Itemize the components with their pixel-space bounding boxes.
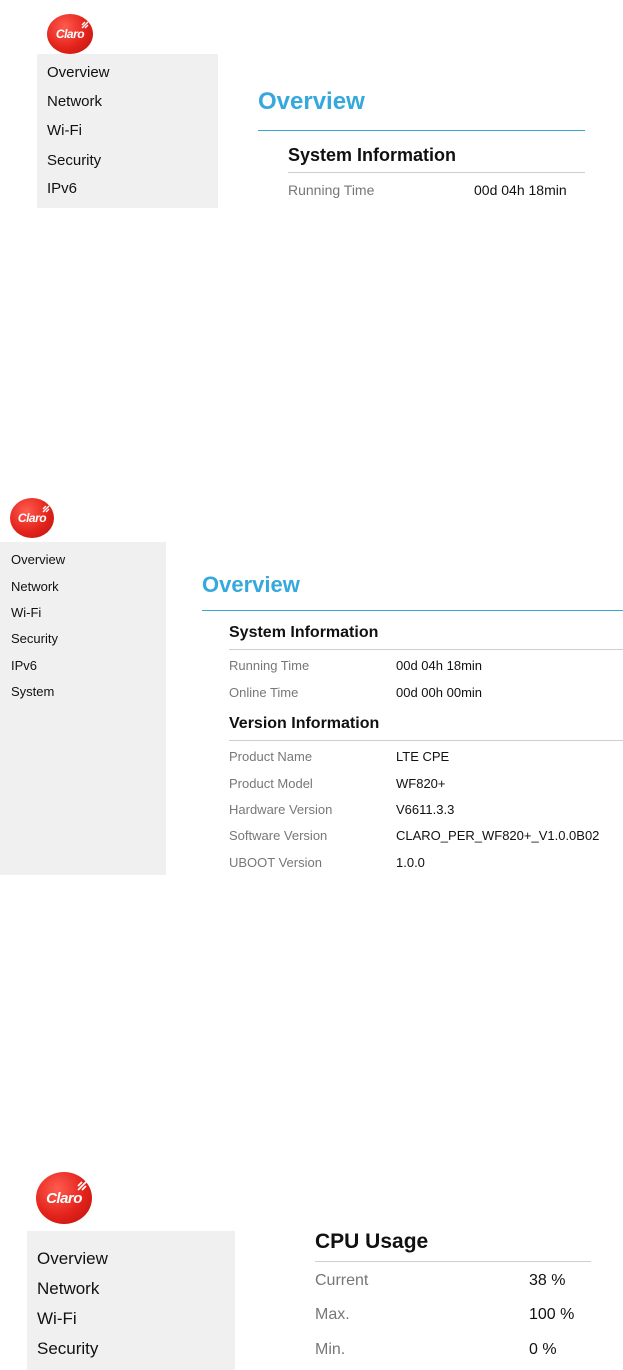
cpu-min-value: 0 % <box>529 1341 557 1358</box>
title-divider <box>202 610 623 611</box>
sidebar-item-overview[interactable]: Overview <box>37 1249 235 1269</box>
section-divider <box>229 649 623 650</box>
online-time-value: 00d 00h 00min <box>396 685 483 700</box>
product-name-label: Product Name <box>229 749 313 764</box>
section-divider <box>229 740 623 741</box>
running-time-value: 00d 04h 18min <box>396 658 483 673</box>
sidebar-item-network[interactable]: Network <box>37 1279 235 1299</box>
sidebar-item-security[interactable]: Security <box>47 152 218 169</box>
page-title: Overview <box>202 572 300 597</box>
cpu-min-label: Min. <box>315 1341 346 1358</box>
hardware-version-label: Hardware Version <box>229 802 333 817</box>
uboot-version-label: UBOOT Version <box>229 855 322 870</box>
cpu-usage-heading: CPU Usage <box>315 1230 429 1253</box>
system-information-heading: System Information <box>288 145 457 165</box>
sidebar-item-wifi[interactable]: Wi-Fi <box>11 605 166 620</box>
sidebar-item-security[interactable]: Security <box>11 631 166 646</box>
screenshot-panel-1: Claro Overview Network Wi-Fi Security IP… <box>0 0 623 240</box>
sidebar-item-system[interactable]: System <box>11 684 166 699</box>
logo-rays-icon <box>77 1181 87 1191</box>
cpu-current-label: Current <box>315 1272 369 1289</box>
sidebar-item-overview[interactable]: Overview <box>47 64 218 81</box>
claro-logo-icon[interactable]: Claro <box>47 14 93 54</box>
logo-text: Claro <box>46 1189 82 1207</box>
logo-rays-icon <box>42 505 50 513</box>
sidebar: Overview Network Wi-Fi Security IPv6 Sys… <box>0 542 166 875</box>
online-time-label: Online Time <box>229 685 299 700</box>
sidebar-item-network[interactable]: Network <box>47 93 218 110</box>
title-divider <box>258 130 585 131</box>
product-model-label: Product Model <box>229 776 313 791</box>
software-version-label: Software Version <box>229 828 328 843</box>
screenshot-panel-3: Claro Overview Network Wi-Fi Security CP… <box>0 1160 623 1370</box>
version-information-heading: Version Information <box>229 715 380 732</box>
sidebar-item-ipv6[interactable]: IPv6 <box>11 658 166 673</box>
product-model-value: WF820+ <box>396 776 446 791</box>
sidebar-item-network[interactable]: Network <box>11 579 166 594</box>
cpu-max-value: 100 % <box>529 1306 575 1323</box>
sidebar-item-overview[interactable]: Overview <box>11 552 166 567</box>
section-divider <box>288 172 585 173</box>
claro-logo-icon[interactable]: Claro <box>10 498 54 538</box>
system-information-heading: System Information <box>229 624 379 641</box>
sidebar: Overview Network Wi-Fi Security <box>27 1231 235 1370</box>
sidebar-item-ipv6[interactable]: IPv6 <box>47 180 218 197</box>
section-divider <box>315 1261 591 1262</box>
sidebar-item-wifi[interactable]: Wi-Fi <box>37 1309 235 1329</box>
cpu-max-label: Max. <box>315 1306 350 1323</box>
sidebar-item-wifi[interactable]: Wi-Fi <box>47 122 218 139</box>
cpu-current-value: 38 % <box>529 1272 566 1289</box>
product-name-value: LTE CPE <box>396 749 450 764</box>
running-time-label: Running Time <box>288 182 375 198</box>
sidebar-item-security[interactable]: Security <box>37 1339 235 1359</box>
screenshot-panel-2: Claro Overview Network Wi-Fi Security IP… <box>0 490 623 890</box>
software-version-value: CLARO_PER_WF820+_V1.0.0B02 <box>396 828 600 843</box>
running-time-value: 00d 04h 18min <box>474 182 567 198</box>
hardware-version-value: V6611.3.3 <box>396 802 455 817</box>
logo-rays-icon <box>81 21 89 29</box>
page-title: Overview <box>258 88 365 115</box>
uboot-version-value: 1.0.0 <box>396 855 425 870</box>
sidebar: Overview Network Wi-Fi Security IPv6 <box>37 54 218 208</box>
running-time-label: Running Time <box>229 658 310 673</box>
claro-logo-icon[interactable]: Claro <box>36 1172 92 1224</box>
